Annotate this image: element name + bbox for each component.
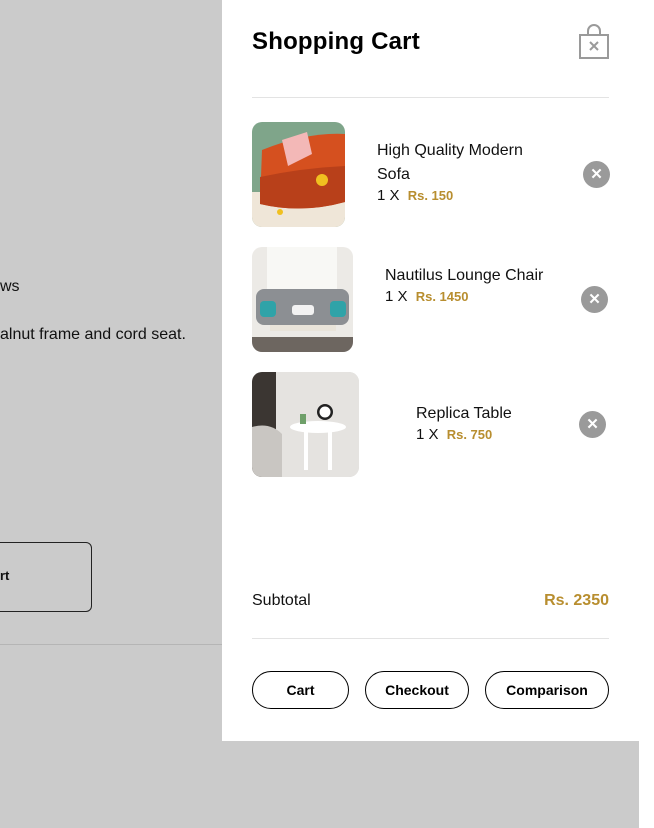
item-quantity: 1 <box>416 426 425 443</box>
subtotal-label: Subtotal <box>252 592 311 609</box>
subtotal-value: Rs. 2350 <box>544 592 609 609</box>
item-quantity: 1 <box>377 187 386 204</box>
background-button-label: rt <box>0 568 10 583</box>
cart-item: Replica Table 1 X Rs. 750 ✕ <box>252 372 612 477</box>
item-quantity: 1 <box>385 288 394 305</box>
remove-item-icon[interactable]: ✕ <box>583 161 610 188</box>
shopping-cart-panel: Shopping Cart High Quality Modern Sofa 1… <box>222 0 639 741</box>
sofa-image[interactable] <box>252 122 345 227</box>
item-price: Rs. 150 <box>407 188 454 203</box>
item-price: Rs. 1450 <box>415 289 469 304</box>
comparison-button[interactable]: Comparison <box>485 671 609 709</box>
table-image[interactable] <box>252 372 359 477</box>
background-description: alnut frame and cord seat. <box>0 326 186 343</box>
close-cart-bag-icon[interactable] <box>578 24 610 60</box>
cart-title: Shopping Cart <box>252 28 420 55</box>
cart-item-info: Nautilus Lounge Chair 1 X Rs. 1450 <box>385 264 565 305</box>
cart-item-info: Replica Table 1 X Rs. 750 <box>416 402 596 443</box>
checkout-button[interactable]: Checkout <box>365 671 469 709</box>
item-times: X <box>397 288 408 305</box>
cart-item-info: High Quality Modern Sofa 1 X Rs. 150 <box>377 139 557 204</box>
background-text: ws <box>0 278 20 295</box>
remove-item-icon[interactable]: ✕ <box>581 286 608 313</box>
cart-item-name[interactable]: High Quality Modern Sofa <box>377 139 557 187</box>
cart-item-qty: 1 X Rs. 750 <box>416 426 596 443</box>
cart-item: High Quality Modern Sofa 1 X Rs. 150 ✕ <box>252 122 612 227</box>
cart-item-qty: 1 X Rs. 150 <box>377 187 557 204</box>
cart-item-name[interactable]: Replica Table <box>416 402 596 426</box>
background-add-to-cart-button <box>0 542 92 612</box>
background-divider <box>0 644 222 645</box>
cart-item-name[interactable]: Nautilus Lounge Chair <box>385 264 565 288</box>
lounge-chair-image[interactable] <box>252 247 353 352</box>
cart-button[interactable]: Cart <box>252 671 349 709</box>
footer-divider <box>252 638 609 639</box>
item-price: Rs. 750 <box>446 427 493 442</box>
remove-item-icon[interactable]: ✕ <box>579 411 606 438</box>
header-divider <box>252 97 609 98</box>
item-times: X <box>389 187 400 204</box>
cart-item: Nautilus Lounge Chair 1 X Rs. 1450 ✕ <box>252 247 612 352</box>
cart-item-qty: 1 X Rs. 1450 <box>385 288 565 305</box>
item-times: X <box>428 426 439 443</box>
